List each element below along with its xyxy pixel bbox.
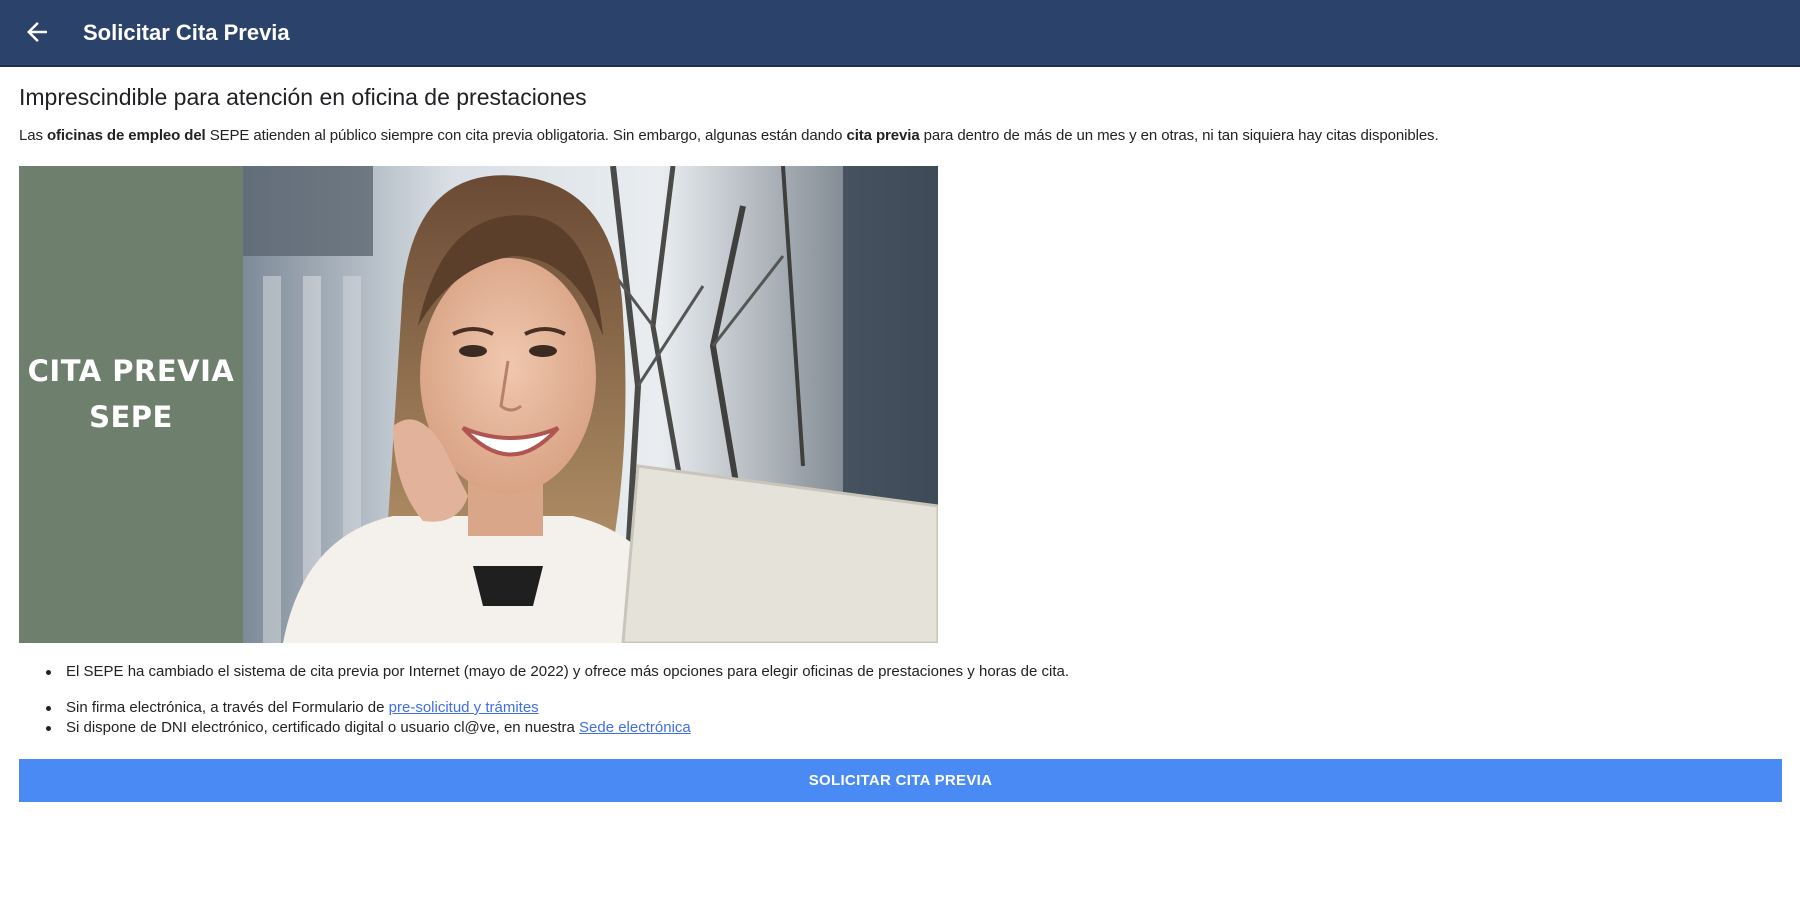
arrow-left-icon [27, 22, 47, 42]
app-bar: Solicitar Cita Previa [0, 0, 1800, 67]
pre-solicitud-link[interactable]: pre-solicitud y trámites [389, 699, 539, 716]
intro-bold-1: oficinas de empleo del [46, 127, 206, 144]
bullet-text: El SEPE ha cambiado el sistema de cita p… [66, 663, 1070, 680]
hero-label: CITA PREVIA SEPE [19, 348, 243, 440]
bullet-text: Si dispone de DNI electrónico, certifica… [66, 719, 579, 736]
intro-bold-2: cita previa [846, 127, 920, 144]
intro-text-2: SEPE atienden al público siempre con cit… [205, 127, 847, 144]
intro-paragraph: Las oficinas de empleo del SEPE atienden… [19, 127, 1783, 144]
hero-label-line-1: CITA PREVIA [27, 354, 235, 388]
solicitar-cita-previa-button[interactable]: SOLICITAR CITA PREVIA [19, 759, 1782, 802]
intro-text-3: para dentro de más de un mes y en otras,… [919, 127, 1439, 144]
page-title: Solicitar Cita Previa [83, 20, 290, 45]
hero-label-line-2: SEPE [89, 400, 173, 434]
back-button[interactable] [22, 17, 52, 47]
info-bullet-list: El SEPE ha cambiado el sistema de cita p… [19, 662, 1783, 738]
list-item: El SEPE ha cambiado el sistema de cita p… [46, 662, 1783, 682]
main-content: Imprescindible para atención en oficina … [19, 67, 1783, 736]
section-heading: Imprescindible para atención en oficina … [19, 84, 587, 110]
bullet-text: Sin firma electrónica, a través del Form… [66, 699, 389, 716]
hero-banner-image: CITA PREVIA SEPE [19, 166, 938, 643]
list-item: Sin firma electrónica, a través del Form… [46, 698, 1783, 718]
list-item: Si dispone de DNI electrónico, certifica… [46, 718, 1783, 738]
woman-on-phone-photo [243, 166, 938, 643]
sede-electronica-link[interactable]: Sede electrónica [579, 719, 691, 736]
intro-text-1: Las [19, 127, 47, 144]
hero-label-panel: CITA PREVIA SEPE [19, 166, 243, 643]
